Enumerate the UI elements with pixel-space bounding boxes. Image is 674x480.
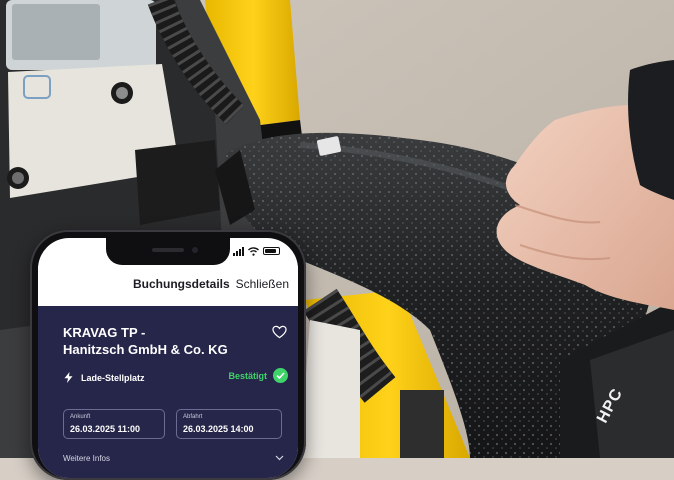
departure-label: Abfahrt [183,414,203,420]
page-title: Buchungsdetails [133,277,230,291]
wifi-icon [248,246,259,256]
heart-icon[interactable] [272,325,287,339]
speaker-grille [152,248,184,252]
booking-card: KRAVAG TP - Hanitzsch GmbH & Co. KG Lade… [38,306,298,478]
departure-field: Abfahrt 26.03.2025 14:00 [176,409,282,439]
close-button[interactable]: Schließen [236,277,289,291]
status-badge: Bestätigt [228,368,288,383]
parking-type: Lade-Stellplatz [64,372,145,383]
phone-mockup: Buchungsdetails Schließen KRAVAG TP - Ha… [30,230,306,480]
status-bar [233,246,280,256]
app-screen: Buchungsdetails Schließen KRAVAG TP - Ha… [38,238,298,478]
chevron-down-icon[interactable] [275,455,284,461]
front-camera [192,247,198,253]
bolt-icon [64,372,73,383]
station-name: KRAVAG TP - Hanitzsch GmbH & Co. KG [63,325,228,357]
battery-icon [263,247,280,255]
check-circle-icon [273,368,288,383]
arrival-value: 26.03.2025 11:00 [70,424,141,434]
signal-icon [233,246,244,256]
departure-value: 26.03.2025 14:00 [183,424,254,434]
arrival-label: Ankunft [70,414,91,420]
arrival-field: Ankunft 26.03.2025 11:00 [63,409,165,439]
more-info-toggle[interactable]: Weitere Infos [63,454,110,463]
status-label: Bestätigt [228,370,267,381]
nav-header: Buchungsdetails Schließen [38,266,298,306]
type-label: Lade-Stellplatz [81,372,145,383]
phone-notch [106,238,230,265]
